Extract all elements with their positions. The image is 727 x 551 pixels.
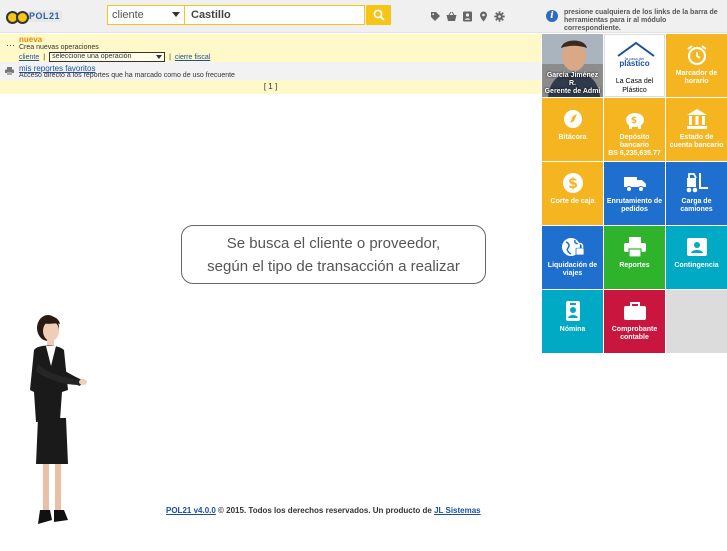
operation-select[interactable]: seleccione una operación [49, 52, 166, 62]
tile-label: Corte de caja [550, 198, 595, 205]
callout-line-1: Se busca el cliente o proveedor, [226, 235, 441, 252]
separator: | [169, 53, 171, 61]
module-tiles: García Jiménez R. Gerente de Admi la cas… [542, 34, 727, 354]
tile-label: Liquidación de viajes [547, 262, 598, 277]
tile-cash-cut[interactable]: $ Corte de caja [542, 162, 603, 225]
basket-icon[interactable] [446, 9, 457, 21]
callout-line-2: según el tipo de transacción a realizar [207, 258, 460, 275]
info-text: presione cualquiera de los links de la b… [564, 9, 718, 32]
user-profile-tile[interactable]: García Jiménez R. Gerente de Admi [542, 34, 603, 97]
assistant-figure [30, 315, 87, 524]
briefcase-icon [623, 302, 646, 320]
tile-label: Contingencia [674, 262, 719, 269]
top-bar: POL21 cliente i presione cualquiera de l… [0, 0, 727, 33]
svg-text:$: $ [568, 176, 578, 192]
tile-contingency[interactable]: Contingencia [666, 226, 727, 289]
user-name: García Jiménez R. [546, 72, 599, 87]
svg-text:$: $ [630, 116, 636, 126]
company-link[interactable]: JL Sistemas [434, 506, 481, 515]
tile-time-clock[interactable]: Marcador de horario [666, 34, 727, 97]
tile-reports[interactable]: Reportes [604, 226, 665, 289]
tile-bank-deposit[interactable]: $ Depósito bancario BS 6,235,635.77 [604, 98, 665, 161]
contact-card-icon[interactable] [462, 9, 473, 22]
new-operations-row: cliente | seleccione una operación | cie… [19, 52, 210, 62]
tile-accounting-voucher[interactable]: Comprobante contable [604, 290, 665, 353]
search-icon [373, 9, 385, 21]
tile-log[interactable]: Bitácora [542, 98, 603, 161]
new-operations-title: nueva [19, 35, 43, 44]
employee-badge-icon [565, 301, 580, 321]
tile-label: Reportes [619, 262, 650, 269]
tile-bank-statement[interactable]: Estado de cuenta bancario [666, 98, 727, 161]
toolbar-icons [430, 9, 505, 22]
new-operations-panel: ··· nueva Crea nuevas operaciones client… [0, 34, 541, 62]
forklift-icon [686, 173, 708, 193]
search-button[interactable] [366, 5, 391, 25]
tile-trip-settlement[interactable]: Liquidación de viajes [542, 226, 603, 289]
brand-name: POL21 [26, 10, 62, 22]
empty-tile [666, 290, 727, 353]
company-logo-main: plástico [619, 59, 650, 68]
chevron-down-icon [156, 55, 163, 59]
tile-label: Depósito bancario BS 6,235,635.77 [606, 134, 663, 158]
tile-label: Comprobante contable [611, 326, 658, 341]
chevron-down-icon [172, 12, 180, 17]
footer-text: © 2015. Todos los derechos reservados. U… [215, 506, 435, 515]
user-role: Gerente de Admi [544, 88, 601, 95]
tag-icon[interactable] [430, 9, 441, 21]
new-operations-description: Crea nuevas operaciones [19, 44, 99, 51]
footer: POL21 v4.0.0 © 2015. Todos los derechos … [166, 506, 481, 515]
globe-lock-icon [561, 238, 584, 256]
tile-label: Estado de cuenta bancario [669, 134, 724, 149]
search-input[interactable] [185, 5, 365, 25]
search-type-value: cliente [112, 9, 144, 21]
truck-icon [623, 177, 646, 192]
tile-truck-loading[interactable]: Carga de camiones [666, 162, 727, 225]
fiscal-close-link[interactable]: cierre fiscal [175, 54, 210, 61]
tile-label: Nómina [559, 326, 586, 333]
separator: | [43, 53, 46, 61]
version-link[interactable]: POL21 v4.0.0 [166, 506, 216, 515]
dollar-coin-icon: $ [562, 173, 583, 193]
favorite-reports-panel: mis reportes favoritos Acceso directo a … [0, 62, 541, 80]
tutorial-callout: Se busca el cliente o proveedor, según e… [181, 225, 486, 284]
tile-label: Bitácora [558, 134, 587, 141]
client-link[interactable]: cliente [19, 54, 39, 61]
tile-order-routing[interactable]: Enrutamiento de pedidos [604, 162, 665, 225]
client-company-tile[interactable]: la casa del plástico La Casa del Plástic… [604, 34, 665, 97]
search-type-select[interactable]: cliente [107, 5, 185, 25]
piggy-bank-icon: $ [625, 113, 644, 129]
user-info: García Jiménez R. Gerente de Admi [544, 72, 601, 96]
tile-label: Carga de camiones [680, 198, 713, 213]
app-logo[interactable]: POL21 [6, 8, 62, 24]
compass-icon [563, 110, 582, 128]
tile-payroll[interactable]: Nómina [542, 290, 603, 353]
pagination[interactable]: [ 1 ] [0, 80, 541, 94]
info-icon: i [546, 10, 558, 22]
printer-icon [5, 67, 14, 75]
company-name: La Casa del Plástico [615, 78, 654, 94]
operation-select-value: seleccione una operación [52, 53, 132, 60]
printer-icon [623, 237, 646, 258]
ellipsis-icon: ··· [6, 40, 15, 50]
tile-label: Marcador de horario [675, 70, 718, 85]
id-card-icon [686, 238, 707, 256]
bank-icon [686, 109, 707, 129]
deposit-amount: BS 6,235,635.77 [608, 150, 661, 157]
owl-icon [6, 10, 29, 24]
map-marker-icon[interactable] [478, 9, 489, 22]
gear-icon[interactable] [494, 9, 505, 22]
tile-label-text: Depósito bancario [619, 134, 650, 149]
alarm-clock-icon [686, 45, 707, 66]
favorite-reports-description: Acceso directo a los reportes que ha mar… [19, 72, 235, 79]
tile-label: Enrutamiento de pedidos [606, 198, 663, 213]
